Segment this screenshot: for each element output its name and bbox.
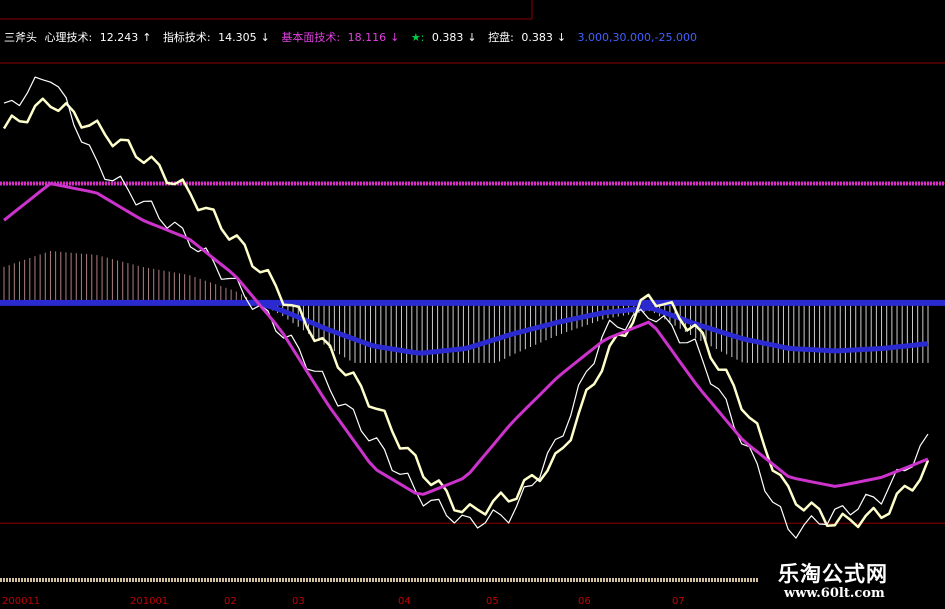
indicator-params: 3.000,30.000,-25.000 — [577, 31, 697, 44]
x-tick-label: 03 — [292, 596, 305, 607]
series-line-white — [3, 76, 929, 539]
blue-area-edge — [4, 300, 929, 356]
histogram — [0, 250, 945, 363]
grid-lines — [0, 0, 945, 582]
indicator-name: 三斧头 — [4, 31, 37, 44]
x-tick-label: 07 — [672, 596, 685, 607]
x-tick-label: 05 — [486, 596, 499, 607]
x-tick-label: 201001 — [130, 596, 169, 607]
x-tick-label: 200011 — [2, 596, 41, 607]
series-lines — [2, 76, 930, 539]
indicator-header: 三斧头 心理技术: 12.243 ↑ 指标技术: 14.305 ↓ 基本面技术: 1… — [4, 30, 701, 46]
indicator-item-1: 心理技术: 12.243 ↑ — [44, 31, 152, 44]
indicator-item-3: 基本面技术: 18.116 ↓ — [281, 31, 400, 44]
indicator-item-4: ★: 0.383 ↓ — [410, 31, 477, 44]
x-tick-label: 04 — [398, 596, 411, 607]
indicator-item-5: 控盘: 0.383 ↓ — [488, 31, 567, 44]
indicator-item-2: 指标技术: 14.305 ↓ — [162, 31, 270, 44]
series-line-pale — [2, 97, 930, 529]
series-line-magenta — [3, 182, 929, 496]
x-tick-label: 02 — [224, 596, 237, 607]
x-tick-label: 06 — [578, 596, 591, 607]
watermark: 乐淘公式网 www.60lt.com — [758, 552, 945, 609]
watermark-url: www.60lt.com — [784, 586, 885, 601]
watermark-title: 乐淘公式网 — [778, 561, 888, 586]
chart-canvas — [0, 0, 945, 582]
